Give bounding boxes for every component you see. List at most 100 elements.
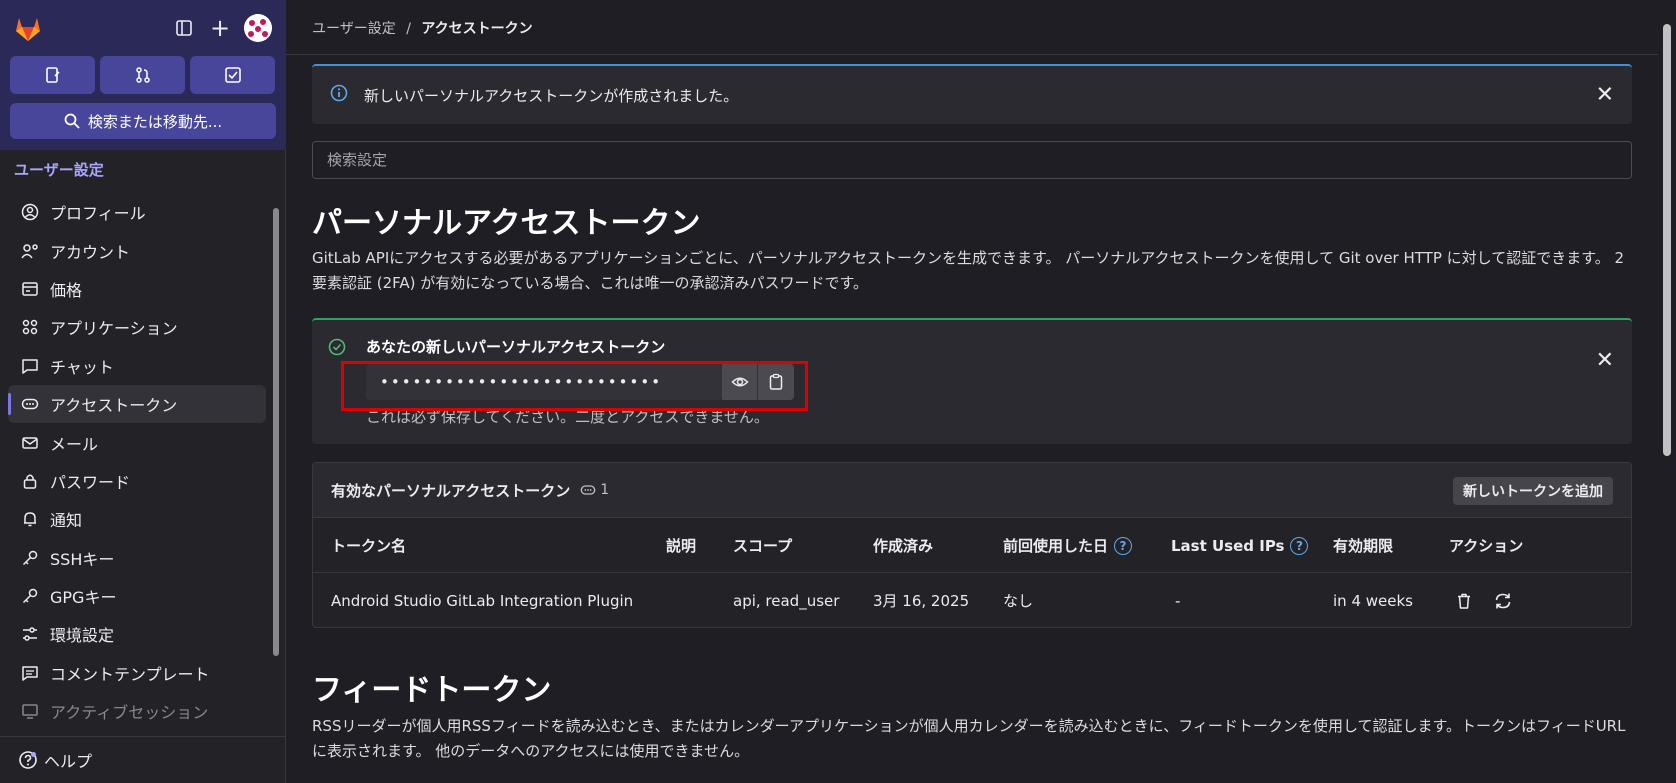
sidebar-header: + 検索または移動先... [0, 0, 286, 150]
applications-icon [20, 317, 40, 337]
breadcrumb: ユーザー設定 / アクセストークン [312, 18, 533, 38]
feed-token-title: フィードトークン [312, 673, 552, 708]
key-icon [20, 548, 40, 568]
token-count-badge: 1 [580, 482, 609, 498]
token-name: Android Studio GitLab Integration Plugin [331, 591, 634, 610]
table-row: Android Studio GitLab Integration Plugin… [313, 573, 1631, 627]
column-header-name[interactable]: トークン名 [331, 518, 406, 573]
sidebar-nav: プロフィール アカウント 価格 アプリケーション チャット アクセストークン メ… [8, 193, 266, 730]
sidebar-item-emails[interactable]: メール [8, 423, 266, 461]
search-settings-input[interactable]: 検索設定 [312, 141, 1632, 179]
question-icon[interactable]: ? [1114, 536, 1133, 555]
sidebar-item-gpg-keys[interactable]: GPGキー [8, 577, 266, 615]
token-scopes: api, read_user [733, 591, 840, 610]
rotate-token-button[interactable] [1493, 573, 1513, 627]
sidebar-item-profile[interactable]: プロフィール [8, 193, 266, 231]
sidebar-item-password[interactable]: パスワード [8, 462, 266, 500]
check-circle-icon [328, 338, 346, 360]
sidebar-item-label: SSHキー [50, 549, 115, 569]
sidebar-item-label: 通知 [50, 511, 83, 531]
issues-icon [45, 67, 60, 83]
account-icon [20, 241, 40, 261]
active-tokens-title: 有効なパーソナルアクセストークン [331, 481, 571, 500]
info-icon [330, 84, 348, 106]
sidebar-section-title: ユーザー設定 [14, 161, 104, 179]
table-header-row: トークン名 説明 スコープ 作成済み 前回使用した日? Last Used IP… [313, 518, 1631, 573]
sidebar-scrollbar[interactable] [272, 196, 280, 728]
highlight-box [341, 361, 808, 411]
sidebar-item-label: GPGキー [50, 588, 117, 608]
billing-icon [20, 279, 40, 299]
monitor-icon [20, 701, 40, 721]
info-alert-message: 新しいパーソナルアクセストークンが作成されました。 [364, 86, 739, 105]
sidebar-item-active-sessions[interactable]: アクティブセッション [8, 692, 266, 730]
sidebar-item-label: コメントテンプレート [50, 664, 210, 684]
chat-icon [20, 356, 40, 376]
sidebar-toggle-icon[interactable] [170, 14, 198, 42]
lock-icon [20, 471, 40, 491]
sidebar-item-label: 価格 [50, 280, 83, 300]
add-token-button[interactable]: 新しいトークンを追加 [1453, 477, 1613, 505]
page-title: パーソナルアクセストークン [312, 206, 701, 241]
help-button[interactable]: ヘルプ [0, 736, 286, 783]
sidebar-item-billing[interactable]: 価格 [8, 270, 266, 308]
sidebar-item-account[interactable]: アカウント [8, 231, 266, 269]
column-header-created[interactable]: 作成済み [873, 518, 933, 573]
revoke-token-button[interactable] [1455, 573, 1473, 627]
sidebar-item-label: 環境設定 [50, 626, 115, 646]
token-last-used: なし [1003, 592, 1034, 610]
trash-icon [1458, 593, 1470, 609]
sidebar-item-applications[interactable]: アプリケーション [8, 308, 266, 346]
gitlab-logo-icon[interactable] [12, 12, 44, 44]
active-tokens-card: 有効なパーソナルアクセストークン 1 新しいトークンを追加 トークン名 説明 ス… [312, 462, 1632, 628]
column-header-label: Last Used IPs [1171, 536, 1285, 555]
sidebar-item-preferences[interactable]: 環境設定 [8, 615, 266, 653]
todos-button[interactable] [190, 56, 275, 94]
header-divider [286, 54, 1658, 55]
preferences-icon [20, 624, 40, 644]
column-header-description: 説明 [666, 537, 697, 555]
sidebar-item-comment-templates[interactable]: コメントテンプレート [8, 654, 266, 692]
sidebar-item-ssh-keys[interactable]: SSHキー [8, 539, 266, 577]
token-expires: in 4 weeks [1333, 591, 1413, 610]
sidebar-item-notifications[interactable]: 通知 [8, 500, 266, 538]
help-icon [19, 751, 37, 769]
sidebar-item-label: パスワード [50, 472, 131, 492]
token-last-ips: - [1175, 591, 1181, 610]
sidebar-item-chat[interactable]: チャット [8, 347, 266, 385]
column-header-last-used-ips: Last Used IPs? [1171, 518, 1309, 573]
close-icon[interactable]: ✕ [1596, 348, 1614, 373]
token-created: 3月 16, 2025 [873, 592, 970, 610]
sidebar-item-label: プロフィール [50, 204, 146, 224]
plus-icon[interactable]: + [206, 14, 234, 42]
page-scrollbar[interactable] [1658, 0, 1676, 783]
token-count: 1 [600, 482, 610, 498]
sidebar-item-label: アカウント [50, 242, 131, 262]
comment-icon [20, 663, 40, 683]
search-button[interactable]: 検索または移動先... [10, 103, 276, 139]
todo-icon [224, 67, 241, 83]
sidebar-item-label: アクティブセッション [50, 703, 209, 723]
question-icon[interactable]: ? [1290, 536, 1309, 555]
sidebar: + 検索または移動先... ユーザー設定 プロフィール アカウント 価格 アプリ… [0, 0, 286, 783]
column-header-last-used[interactable]: 前回使用した日? [1003, 518, 1133, 573]
breadcrumb-parent[interactable]: ユーザー設定 [312, 21, 396, 37]
close-icon[interactable]: ✕ [1596, 83, 1614, 108]
sidebar-item-access-tokens[interactable]: アクセストークン [8, 384, 266, 424]
breadcrumb-separator: / [406, 21, 411, 37]
search-label: 検索または移動先... [87, 112, 223, 131]
merge-requests-button[interactable] [100, 56, 185, 94]
avatar[interactable] [244, 14, 272, 42]
column-header-actions: アクション [1449, 537, 1524, 555]
key-icon [20, 586, 40, 606]
breadcrumb-current: アクセストークン [421, 21, 533, 37]
profile-icon [20, 202, 40, 222]
issues-button[interactable] [10, 56, 95, 94]
bell-icon [20, 509, 40, 529]
token-icon [580, 485, 596, 495]
token-icon [20, 394, 40, 414]
column-header-expires[interactable]: 有効期限 [1333, 518, 1393, 573]
search-icon [64, 113, 80, 129]
info-alert: 新しいパーソナルアクセストークンが作成されました。 ✕ [312, 64, 1632, 124]
new-token-heading: あなたの新しいパーソナルアクセストークン [366, 338, 666, 356]
